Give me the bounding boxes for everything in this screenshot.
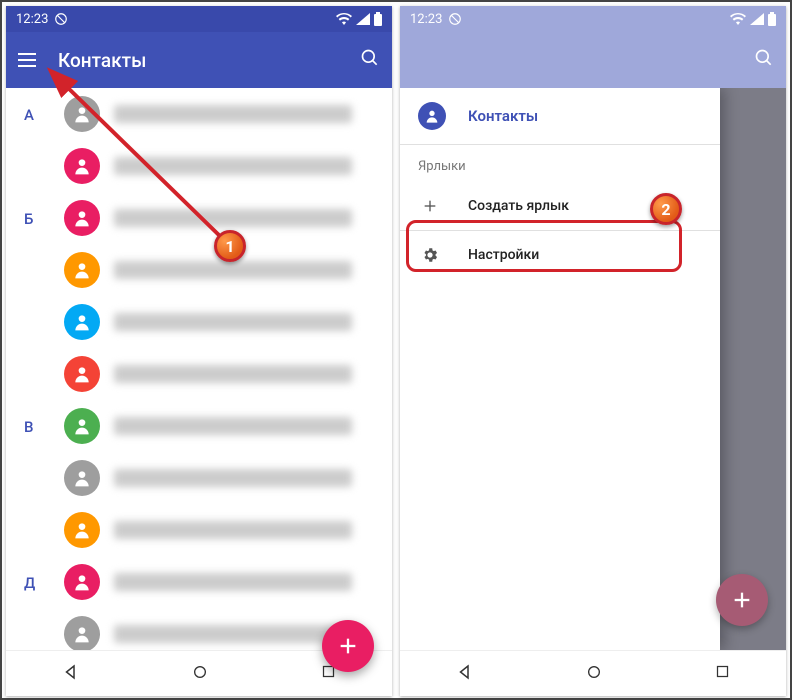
avatar: [64, 304, 100, 340]
nav-back-icon[interactable]: [456, 663, 474, 685]
contact-row[interactable]: [6, 296, 392, 348]
drawer-item-settings[interactable]: Настройки: [400, 231, 720, 279]
avatar: [64, 564, 100, 600]
contact-row[interactable]: [6, 348, 392, 400]
annotation-callout-1: 1: [214, 230, 246, 262]
avatar: [64, 512, 100, 548]
app-bar-dimmed: [400, 32, 786, 88]
phone-left: 12:23 Контакты А Б В Д: [6, 6, 392, 696]
contact-name-blurred: [114, 105, 352, 123]
dimmed-content[interactable]: Контакты Ярлыки Создать ярлык Настройки: [400, 88, 786, 650]
avatar: [64, 460, 100, 496]
search-icon: [754, 48, 774, 73]
status-bar: 12:23: [6, 6, 392, 32]
search-icon[interactable]: [360, 48, 380, 73]
contact-name-blurred: [114, 261, 352, 279]
contact-name-blurred: [114, 469, 352, 487]
phone-right: 12:23 Контакты Ярлыки: [400, 6, 786, 696]
hamburger-icon[interactable]: [18, 51, 36, 69]
avatar: [64, 408, 100, 444]
gear-icon: [418, 246, 442, 264]
fab-add-contact-dimmed: [716, 574, 768, 626]
signal-icon: [750, 13, 764, 25]
nav-recent-icon[interactable]: [715, 664, 730, 683]
no-sim-icon: [54, 12, 68, 26]
status-bar: 12:23: [400, 6, 786, 32]
fab-add-contact[interactable]: [322, 620, 374, 672]
nav-back-icon[interactable]: [62, 663, 80, 685]
contact-name-blurred: [114, 365, 352, 383]
avatar: [64, 356, 100, 392]
contact-name-blurred: [114, 157, 352, 175]
avatar: [64, 616, 100, 650]
contact-name-blurred: [114, 625, 352, 643]
signal-icon: [356, 13, 370, 25]
status-time: 12:23: [16, 12, 48, 27]
nav-home-icon[interactable]: [192, 664, 208, 684]
drawer-section-label: Ярлыки: [400, 145, 720, 182]
contact-row[interactable]: [6, 452, 392, 504]
contact-row[interactable]: [6, 244, 392, 296]
avatar: [64, 252, 100, 288]
drawer-item-text: Создать ярлык: [468, 198, 569, 214]
avatar: [64, 200, 100, 236]
contact-name-blurred: [114, 209, 352, 227]
wifi-icon: [336, 13, 352, 25]
battery-icon: [374, 12, 382, 26]
section-letter: В: [24, 418, 33, 436]
contact-name-blurred: [114, 417, 352, 435]
drawer-item-text: Настройки: [468, 247, 539, 263]
avatar: [64, 148, 100, 184]
drawer-header[interactable]: Контакты: [400, 88, 720, 144]
section-letter: А: [24, 106, 34, 124]
section-letter: Б: [24, 210, 33, 228]
contact-name-blurred: [114, 573, 352, 591]
contact-name-blurred: [114, 313, 352, 331]
contact-row[interactable]: [6, 88, 392, 140]
app-bar: Контакты: [6, 32, 392, 88]
drawer-title: Контакты: [468, 107, 538, 125]
wifi-icon: [730, 13, 746, 25]
no-sim-icon: [448, 12, 462, 26]
battery-icon: [768, 12, 776, 26]
contact-name-blurred: [114, 521, 352, 539]
avatar: [64, 96, 100, 132]
status-time: 12:23: [410, 12, 442, 27]
appbar-title: Контакты: [58, 49, 146, 72]
contacts-list[interactable]: А Б В Д: [6, 88, 392, 650]
section-letter: Д: [24, 574, 35, 592]
account-icon: [418, 102, 446, 130]
contact-row[interactable]: [6, 556, 392, 608]
contact-row[interactable]: [6, 140, 392, 192]
navigation-drawer: Контакты Ярлыки Создать ярлык Настройки: [400, 88, 720, 650]
android-nav-bar: [400, 650, 786, 696]
contact-row[interactable]: [6, 400, 392, 452]
annotation-callout-2: 2: [650, 193, 682, 225]
plus-icon: [418, 198, 442, 214]
contact-row[interactable]: [6, 192, 392, 244]
contact-row[interactable]: [6, 504, 392, 556]
nav-home-icon[interactable]: [586, 664, 602, 684]
